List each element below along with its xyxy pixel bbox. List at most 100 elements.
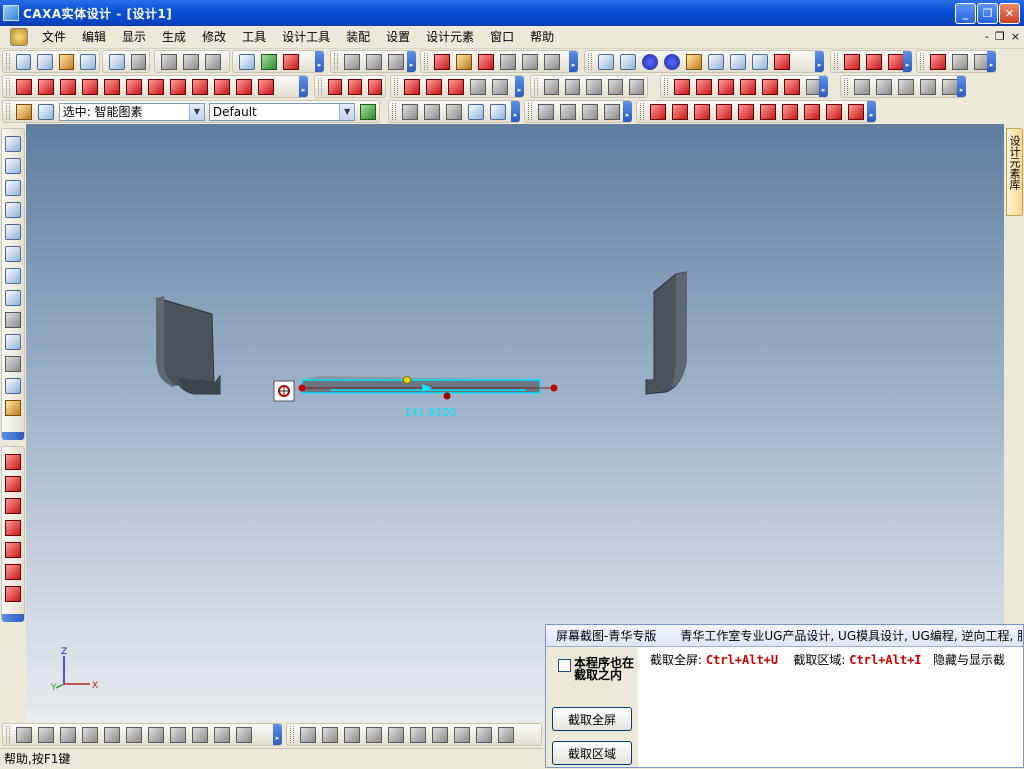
text-icon[interactable] bbox=[522, 53, 538, 70]
sketch-plane-icon[interactable] bbox=[402, 103, 418, 120]
curve-offset-icon[interactable] bbox=[5, 542, 21, 558]
pointer-view-icon[interactable] bbox=[5, 312, 21, 328]
capture-region-button[interactable]: 截取区域 bbox=[552, 741, 632, 765]
toolbar-chevron-icon[interactable]: ▸ bbox=[623, 101, 632, 122]
cylinder-view-icon[interactable] bbox=[730, 53, 746, 70]
point-icon[interactable] bbox=[366, 726, 382, 743]
toolbar-chevron-icon[interactable]: ▸ bbox=[407, 51, 416, 72]
view-trimetric-icon[interactable] bbox=[826, 103, 842, 120]
snap-line-icon[interactable] bbox=[560, 103, 576, 120]
menu-generate[interactable]: 生成 bbox=[154, 26, 194, 48]
toolbar-grip[interactable] bbox=[834, 53, 838, 70]
toolbar-grip[interactable] bbox=[588, 53, 592, 70]
chevron-down-icon[interactable]: ▼ bbox=[339, 103, 355, 120]
toolbar-chevron-icon[interactable]: ▸ bbox=[957, 76, 966, 97]
cube-view-icon[interactable] bbox=[708, 53, 724, 70]
view-left-icon[interactable] bbox=[694, 103, 710, 120]
curve-text-icon[interactable] bbox=[5, 586, 21, 602]
view-right-icon[interactable] bbox=[716, 103, 732, 120]
toolbar-grip[interactable] bbox=[392, 103, 396, 120]
toolbar-chevron-icon[interactable]: ▸ bbox=[903, 51, 912, 72]
walk-icon[interactable] bbox=[5, 202, 21, 218]
toolbar-chevron-icon[interactable]: ▸ bbox=[315, 51, 324, 72]
toolbar-chevron-icon[interactable]: ▸ bbox=[273, 724, 282, 745]
sketch-corner-icon[interactable] bbox=[468, 103, 484, 120]
toolbar-chevron-icon[interactable]: ▸ bbox=[515, 76, 524, 97]
left-bracket-part[interactable] bbox=[156, 296, 221, 395]
paste-icon[interactable] bbox=[205, 53, 221, 70]
curve-intersect-icon[interactable] bbox=[5, 520, 21, 536]
view-bottom-icon[interactable] bbox=[760, 103, 776, 120]
undo-icon[interactable] bbox=[109, 53, 125, 70]
copy-icon[interactable] bbox=[183, 53, 199, 70]
selection-filter-select[interactable]: 选中: 智能图素 ▼ bbox=[58, 102, 205, 121]
include-self-checkbox[interactable] bbox=[558, 659, 571, 672]
toolbar-chevron-icon[interactable]: ▸ bbox=[299, 76, 308, 97]
move-arrow-icon[interactable] bbox=[674, 78, 690, 95]
curve-circle-icon[interactable] bbox=[5, 564, 21, 580]
align-icon[interactable] bbox=[740, 78, 756, 95]
offset-icon[interactable] bbox=[148, 78, 164, 95]
check-icon[interactable] bbox=[942, 78, 958, 95]
center-view-icon[interactable] bbox=[5, 290, 21, 306]
color-book-icon[interactable] bbox=[774, 53, 790, 70]
chamfer-icon[interactable] bbox=[38, 78, 54, 95]
orbit-icon[interactable] bbox=[5, 180, 21, 196]
curve-project-icon[interactable] bbox=[5, 498, 21, 514]
open-folder-icon[interactable] bbox=[58, 53, 75, 70]
extrude-icon[interactable] bbox=[434, 53, 450, 70]
grid-red-icon[interactable] bbox=[930, 53, 946, 70]
distance-icon[interactable] bbox=[762, 78, 778, 95]
new-design-icon[interactable] bbox=[37, 53, 53, 70]
section-sphere-icon[interactable] bbox=[866, 53, 882, 70]
menu-settings[interactable]: 设置 bbox=[378, 26, 418, 48]
toolbar-grip[interactable] bbox=[6, 78, 10, 95]
polyline-icon[interactable] bbox=[322, 726, 338, 743]
toolbar-chevron-icon[interactable]: ▸ bbox=[815, 51, 824, 72]
toolbar-chevron-icon[interactable] bbox=[2, 432, 24, 440]
toolbar-grip[interactable] bbox=[6, 53, 10, 70]
menu-display[interactable]: 显示 bbox=[114, 26, 154, 48]
toolbar-grip[interactable] bbox=[534, 78, 538, 95]
sweep-icon[interactable] bbox=[478, 53, 494, 70]
restore-button[interactable]: ❐ bbox=[977, 3, 998, 24]
triball-icon[interactable] bbox=[696, 78, 712, 95]
menu-window[interactable]: 窗口 bbox=[482, 26, 522, 48]
cut-icon[interactable] bbox=[161, 53, 177, 70]
design-tree-icon[interactable] bbox=[360, 103, 376, 120]
document-icon[interactable] bbox=[10, 28, 28, 46]
zoom-window-icon[interactable] bbox=[5, 246, 21, 262]
menu-design-elements[interactable]: 设计元素 bbox=[418, 26, 482, 48]
toolbar-chevron-icon[interactable]: ▸ bbox=[819, 76, 828, 97]
toolbar-grip[interactable] bbox=[318, 78, 322, 95]
surface-icon[interactable] bbox=[344, 53, 360, 70]
extend-icon[interactable] bbox=[170, 726, 186, 743]
toolbar-grip[interactable] bbox=[424, 53, 428, 70]
face-rotate-icon[interactable] bbox=[426, 78, 442, 95]
render-icon[interactable] bbox=[5, 400, 21, 416]
menu-tools[interactable]: 工具 bbox=[234, 26, 274, 48]
thicken-icon[interactable] bbox=[170, 78, 186, 95]
fillet-icon[interactable] bbox=[16, 78, 32, 95]
face-match-icon[interactable] bbox=[492, 78, 508, 95]
diamond-icon[interactable] bbox=[432, 726, 448, 743]
sketch-tool-1-icon[interactable] bbox=[16, 726, 32, 743]
section-plane-icon[interactable] bbox=[844, 53, 860, 70]
sheet-corner-icon[interactable] bbox=[367, 78, 383, 95]
chevron-down-icon[interactable]: ▼ bbox=[188, 103, 204, 120]
toolbar-grip[interactable] bbox=[334, 53, 338, 70]
split-icon[interactable] bbox=[104, 78, 120, 95]
shell-icon[interactable] bbox=[60, 78, 76, 95]
mdi-restore-button[interactable]: ❐ bbox=[995, 30, 1005, 43]
rotate-view-icon[interactable] bbox=[5, 158, 21, 174]
surface-patch-icon[interactable] bbox=[388, 53, 404, 70]
menu-assembly[interactable]: 装配 bbox=[338, 26, 378, 48]
toolbar-grip[interactable] bbox=[920, 53, 924, 70]
fit-view-icon[interactable] bbox=[5, 268, 21, 284]
toolbar-grip[interactable] bbox=[394, 78, 398, 95]
sketch-finish-icon[interactable] bbox=[446, 103, 462, 120]
face-offset-icon[interactable] bbox=[448, 78, 464, 95]
mdi-minimize-button[interactable]: - bbox=[985, 30, 989, 43]
rib-icon[interactable] bbox=[236, 78, 252, 95]
style-select[interactable]: Default ▼ bbox=[208, 102, 356, 121]
